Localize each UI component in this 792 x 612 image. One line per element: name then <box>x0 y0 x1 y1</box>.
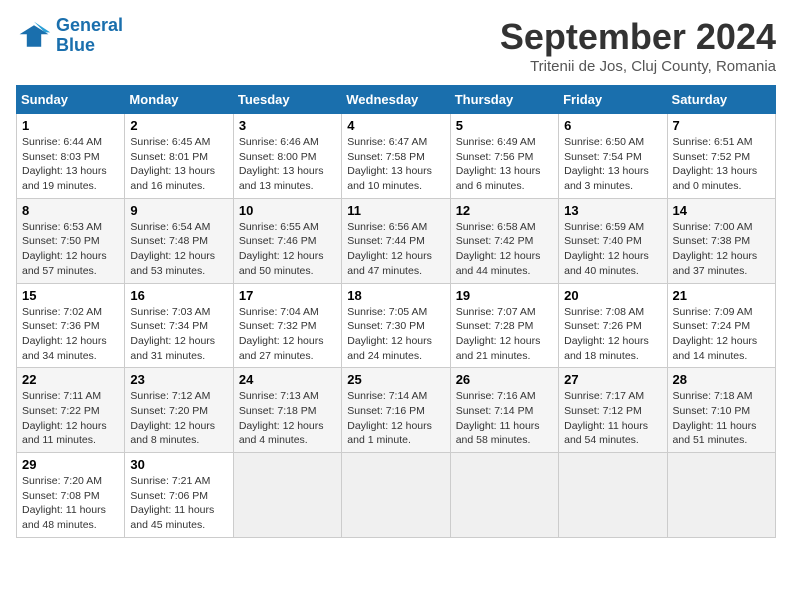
day-cell-20: 20Sunrise: 7:08 AMSunset: 7:26 PMDayligh… <box>559 283 667 368</box>
day-cell-23: 23Sunrise: 7:12 AMSunset: 7:20 PMDayligh… <box>125 368 233 453</box>
empty-cell <box>233 453 341 538</box>
logo-line1: General <box>56 15 123 35</box>
empty-cell <box>450 453 558 538</box>
day-cell-27: 27Sunrise: 7:17 AMSunset: 7:12 PMDayligh… <box>559 368 667 453</box>
logo-text: General Blue <box>56 16 123 56</box>
col-header-saturday: Saturday <box>667 86 775 114</box>
day-cell-19: 19Sunrise: 7:07 AMSunset: 7:28 PMDayligh… <box>450 283 558 368</box>
day-cell-28: 28Sunrise: 7:18 AMSunset: 7:10 PMDayligh… <box>667 368 775 453</box>
page-header: General Blue September 2024 Tritenii de … <box>16 16 776 75</box>
day-cell-6: 6Sunrise: 6:50 AMSunset: 7:54 PMDaylight… <box>559 114 667 199</box>
day-cell-7: 7Sunrise: 6:51 AMSunset: 7:52 PMDaylight… <box>667 114 775 199</box>
col-header-thursday: Thursday <box>450 86 558 114</box>
day-cell-25: 25Sunrise: 7:14 AMSunset: 7:16 PMDayligh… <box>342 368 450 453</box>
day-cell-11: 11Sunrise: 6:56 AMSunset: 7:44 PMDayligh… <box>342 198 450 283</box>
day-cell-24: 24Sunrise: 7:13 AMSunset: 7:18 PMDayligh… <box>233 368 341 453</box>
day-cell-9: 9Sunrise: 6:54 AMSunset: 7:48 PMDaylight… <box>125 198 233 283</box>
day-cell-4: 4Sunrise: 6:47 AMSunset: 7:58 PMDaylight… <box>342 114 450 199</box>
empty-cell <box>342 453 450 538</box>
day-cell-3: 3Sunrise: 6:46 AMSunset: 8:00 PMDaylight… <box>233 114 341 199</box>
empty-cell <box>559 453 667 538</box>
col-header-friday: Friday <box>559 86 667 114</box>
day-cell-12: 12Sunrise: 6:58 AMSunset: 7:42 PMDayligh… <box>450 198 558 283</box>
day-cell-8: 8Sunrise: 6:53 AMSunset: 7:50 PMDaylight… <box>17 198 125 283</box>
day-cell-16: 16Sunrise: 7:03 AMSunset: 7:34 PMDayligh… <box>125 283 233 368</box>
day-cell-15: 15Sunrise: 7:02 AMSunset: 7:36 PMDayligh… <box>17 283 125 368</box>
col-header-sunday: Sunday <box>17 86 125 114</box>
day-cell-1: 1Sunrise: 6:44 AMSunset: 8:03 PMDaylight… <box>17 114 125 199</box>
day-cell-22: 22Sunrise: 7:11 AMSunset: 7:22 PMDayligh… <box>17 368 125 453</box>
day-cell-26: 26Sunrise: 7:16 AMSunset: 7:14 PMDayligh… <box>450 368 558 453</box>
day-cell-10: 10Sunrise: 6:55 AMSunset: 7:46 PMDayligh… <box>233 198 341 283</box>
logo-icon <box>16 18 52 54</box>
month-title: September 2024 <box>500 16 776 58</box>
day-cell-13: 13Sunrise: 6:59 AMSunset: 7:40 PMDayligh… <box>559 198 667 283</box>
day-cell-17: 17Sunrise: 7:04 AMSunset: 7:32 PMDayligh… <box>233 283 341 368</box>
day-cell-2: 2Sunrise: 6:45 AMSunset: 8:01 PMDaylight… <box>125 114 233 199</box>
logo-line2: Blue <box>56 35 95 55</box>
empty-cell <box>667 453 775 538</box>
location-subtitle: Tritenii de Jos, Cluj County, Romania <box>500 58 776 75</box>
col-header-monday: Monday <box>125 86 233 114</box>
col-header-wednesday: Wednesday <box>342 86 450 114</box>
calendar-table: SundayMondayTuesdayWednesdayThursdayFrid… <box>16 85 776 538</box>
day-cell-5: 5Sunrise: 6:49 AMSunset: 7:56 PMDaylight… <box>450 114 558 199</box>
logo: General Blue <box>16 16 123 56</box>
day-cell-14: 14Sunrise: 7:00 AMSunset: 7:38 PMDayligh… <box>667 198 775 283</box>
col-header-tuesday: Tuesday <box>233 86 341 114</box>
day-cell-30: 30Sunrise: 7:21 AMSunset: 7:06 PMDayligh… <box>125 453 233 538</box>
day-cell-18: 18Sunrise: 7:05 AMSunset: 7:30 PMDayligh… <box>342 283 450 368</box>
day-cell-21: 21Sunrise: 7:09 AMSunset: 7:24 PMDayligh… <box>667 283 775 368</box>
title-block: September 2024 Tritenii de Jos, Cluj Cou… <box>500 16 776 75</box>
day-cell-29: 29Sunrise: 7:20 AMSunset: 7:08 PMDayligh… <box>17 453 125 538</box>
